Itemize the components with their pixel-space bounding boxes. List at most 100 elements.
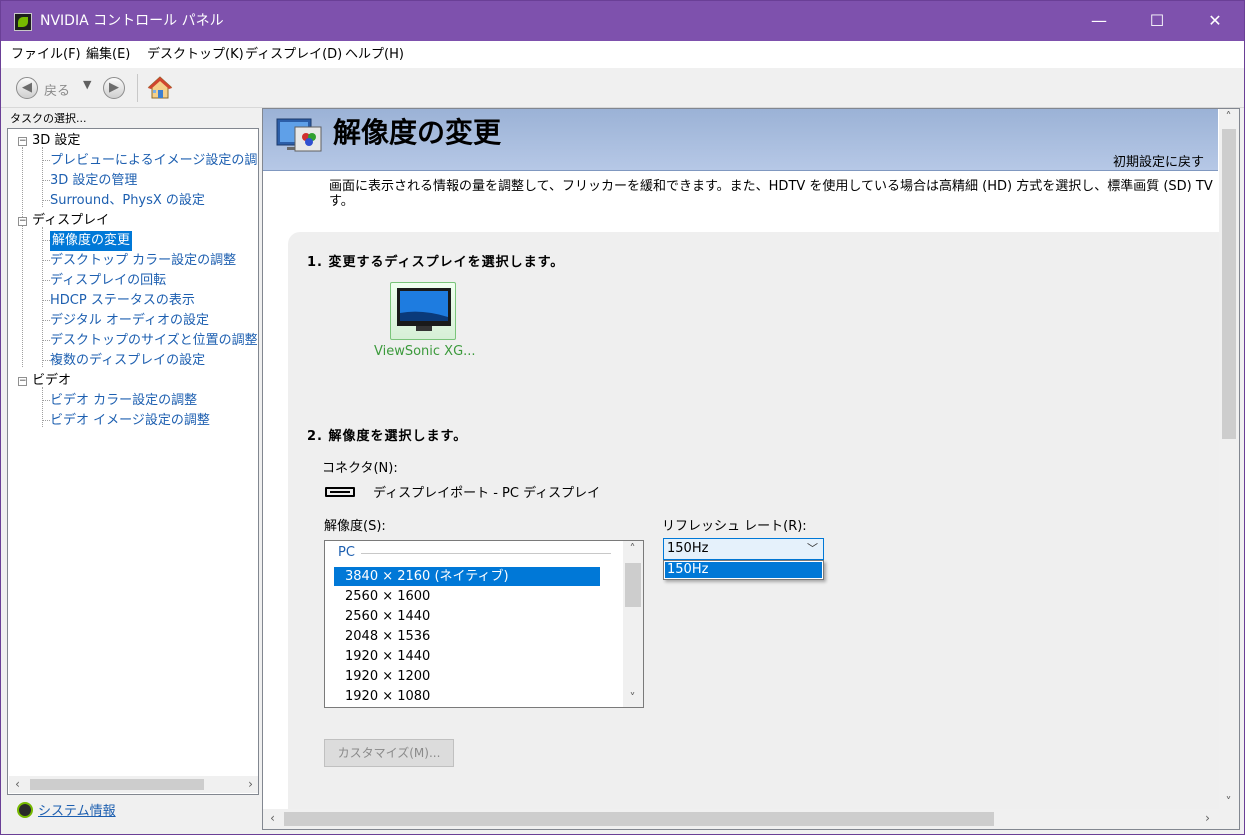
forward-button[interactable]: ▶ <box>103 77 125 99</box>
tree-line <box>42 240 50 241</box>
resolution-item[interactable]: 3840 × 2160 (ネイティブ) <box>334 567 600 586</box>
scroll-right-icon[interactable]: › <box>242 776 258 793</box>
tree-line <box>42 360 50 361</box>
refresh-rate-value: 150Hz <box>667 541 709 556</box>
connector-value: ディスプレイポート - PC ディスプレイ <box>373 486 601 501</box>
tree-item-preview-image[interactable]: プレビューによるイメージ設定の調整 <box>50 151 258 171</box>
tree-horizontal-scrollbar[interactable]: ‹ › <box>9 776 258 793</box>
scroll-thumb[interactable] <box>30 779 204 790</box>
title-bar[interactable]: NVIDIA コントロール パネル — ☐ ✕ <box>1 1 1244 41</box>
nvidia-app-icon <box>14 13 32 31</box>
scroll-up-icon[interactable]: ˄ <box>1220 109 1237 126</box>
back-label: 戻る <box>44 84 71 99</box>
collapse-video-icon[interactable]: − <box>18 377 27 386</box>
tree-line <box>42 340 50 341</box>
menu-file[interactable]: ファイル(F) <box>11 46 81 63</box>
page-description: 画面に表示される情報の量を調整して、フリッカーを緩和できます。また、HDTV を… <box>329 179 1213 209</box>
tree-group-display[interactable]: ディスプレイ <box>32 211 109 231</box>
close-button[interactable]: ✕ <box>1186 1 1244 41</box>
tree-line <box>42 420 50 421</box>
tree-item-video-image[interactable]: ビデオ イメージ設定の調整 <box>50 411 210 431</box>
content-panel: 解像度の変更 初期設定に戻す 画面に表示される情報の量を調整して、フリッカーを緩… <box>262 108 1240 830</box>
tree-line <box>42 160 50 161</box>
restore-defaults-link[interactable]: 初期設定に戻す <box>1113 151 1204 170</box>
maximize-button[interactable]: ☐ <box>1128 1 1186 41</box>
displayport-icon <box>325 487 355 497</box>
arrow-left-icon: ◀ <box>22 80 32 95</box>
step2-heading: 2. 解像度を選択します。 <box>307 429 468 444</box>
system-info-link[interactable]: システム情報 <box>38 800 116 819</box>
tree-line <box>42 300 50 301</box>
tree-item-desktop-color[interactable]: デスクトップ カラー設定の調整 <box>50 251 236 271</box>
scroll-up-icon[interactable]: ˄ <box>624 541 641 558</box>
resolution-group-header: PC <box>338 545 355 560</box>
display-tile[interactable] <box>390 282 456 340</box>
toolbar: ◀ 戻る ▼ ▶ <box>1 68 1244 108</box>
content-horizontal-scrollbar[interactable]: ‹ › <box>263 809 1239 829</box>
refresh-rate-option[interactable]: 150Hz <box>665 562 822 578</box>
task-panel: タスクの選択... − 3D 設定 プレビューによるイメージ設定の調整 3D 設… <box>7 108 260 830</box>
menu-display[interactable]: ディスプレイ(D) <box>245 46 342 63</box>
task-select-label: タスクの選択... <box>10 112 87 125</box>
scroll-left-icon[interactable]: ‹ <box>9 776 26 793</box>
refresh-rate-label: リフレッシュ レート(R): <box>662 519 807 534</box>
scroll-down-icon[interactable]: ˅ <box>624 690 641 707</box>
resolution-item[interactable]: 1920 × 1080 <box>334 687 600 706</box>
scroll-thumb[interactable] <box>625 563 641 607</box>
task-tree: − 3D 設定 プレビューによるイメージ設定の調整 3D 設定の管理 Surro… <box>7 128 259 795</box>
arrow-right-icon: ▶ <box>109 80 119 95</box>
tree-group-3d[interactable]: 3D 設定 <box>32 131 80 151</box>
window-title: NVIDIA コントロール パネル <box>40 13 224 29</box>
step1-heading: 1. 変更するディスプレイを選択します。 <box>307 255 565 270</box>
tree-line <box>22 147 23 367</box>
tree-item-digital-audio[interactable]: デジタル オーディオの設定 <box>50 311 209 331</box>
refresh-rate-options: 150Hz <box>663 560 824 580</box>
resolution-item[interactable]: 1920 × 1200 <box>334 667 600 686</box>
tree-line <box>42 320 50 321</box>
menu-bar: ファイル(F) 編集(E) デスクトップ(K) ディスプレイ(D) ヘルプ(H) <box>1 41 1244 68</box>
tree-item-rotate-display[interactable]: ディスプレイの回転 <box>50 271 166 291</box>
tree-item-desktop-size-position[interactable]: デスクトップのサイズと位置の調整 <box>50 331 258 351</box>
menu-desktop[interactable]: デスクトップ(K) <box>147 46 244 63</box>
tree-line <box>42 147 43 207</box>
resolution-item[interactable]: 2560 × 1600 <box>334 587 600 606</box>
menu-edit[interactable]: 編集(E) <box>86 46 130 63</box>
group-divider <box>361 553 611 554</box>
tree-item-multiple-displays[interactable]: 複数のディスプレイの設定 <box>50 351 205 371</box>
tree-item-video-color[interactable]: ビデオ カラー設定の調整 <box>50 391 197 411</box>
history-dropdown-icon[interactable]: ▼ <box>83 78 91 91</box>
page-title: 解像度の変更 <box>333 116 502 149</box>
refresh-rate-select[interactable]: 150Hz ﹀ <box>663 538 824 560</box>
resolution-item[interactable]: 2560 × 1440 <box>334 607 600 626</box>
tree-group-video[interactable]: ビデオ <box>32 371 71 391</box>
resolution-list-scrollbar[interactable]: ˄ ˅ <box>623 541 643 707</box>
collapse-display-icon[interactable]: − <box>18 217 27 226</box>
display-name[interactable]: ViewSonic XG... <box>374 344 476 359</box>
resolution-item[interactable]: 1920 × 1440 <box>334 647 600 666</box>
tree-line <box>42 400 50 401</box>
tree-item-change-resolution[interactable]: 解像度の変更 <box>50 231 133 251</box>
minimize-button[interactable]: — <box>1070 1 1128 41</box>
scroll-left-icon[interactable]: ‹ <box>264 810 281 827</box>
system-info-icon <box>17 802 33 818</box>
tree-line <box>42 180 50 181</box>
tree-line <box>42 280 50 281</box>
tree-item-hdcp-status[interactable]: HDCP ステータスの表示 <box>50 291 195 311</box>
resolution-label: 解像度(S): <box>324 519 386 534</box>
back-button[interactable]: ◀ <box>16 77 38 99</box>
resolution-list[interactable]: PC 3840 × 2160 (ネイティブ) 2560 × 1600 2560 … <box>324 540 644 708</box>
chevron-down-icon: ﹀ <box>807 542 818 555</box>
page-header: 解像度の変更 初期設定に戻す <box>263 109 1218 171</box>
scroll-thumb[interactable] <box>1222 129 1236 439</box>
home-icon[interactable] <box>147 75 173 101</box>
customize-button[interactable]: カスタマイズ(M)... <box>324 739 454 767</box>
tree-item-3d-manage[interactable]: 3D 設定の管理 <box>50 171 137 191</box>
tree-item-surround-physx[interactable]: Surround、PhysX の設定 <box>50 191 205 211</box>
menu-help[interactable]: ヘルプ(H) <box>345 46 404 63</box>
content-vertical-scrollbar[interactable]: ˄ ˅ <box>1219 109 1239 811</box>
tree-line <box>42 260 50 261</box>
scroll-right-icon[interactable]: › <box>1199 810 1216 827</box>
collapse-3d-icon[interactable]: − <box>18 137 27 146</box>
scroll-thumb[interactable] <box>284 812 994 826</box>
resolution-item[interactable]: 2048 × 1536 <box>334 627 600 646</box>
